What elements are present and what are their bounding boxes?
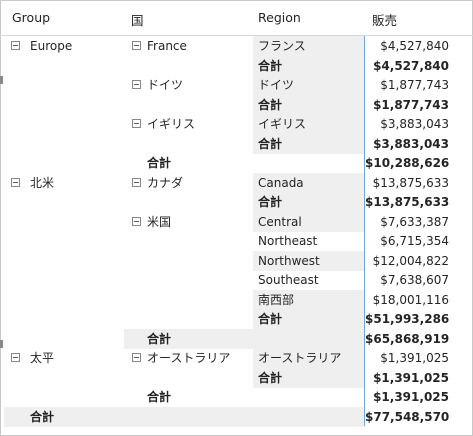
group-total-value: $10,288,626 bbox=[365, 156, 450, 170]
country-label[interactable]: カナダ bbox=[147, 173, 183, 193]
region-label: Canada bbox=[258, 175, 304, 190]
country-total-value: $13,875,633 bbox=[365, 195, 450, 209]
header-group[interactable]: Group bbox=[12, 10, 50, 25]
region-label: フランス bbox=[258, 39, 306, 53]
collapse-group-icon[interactable] bbox=[11, 177, 20, 187]
country-total-label: 合計 bbox=[258, 312, 283, 326]
sales-value: $1,391,025 bbox=[380, 351, 449, 365]
region-label: Northeast bbox=[258, 234, 318, 248]
country-total-value: $51,993,286 bbox=[365, 312, 450, 326]
group-total-value: $1,391,025 bbox=[373, 390, 449, 404]
group-total-value: $65,868,919 bbox=[365, 331, 450, 346]
grand-total-value: $77,548,570 bbox=[365, 409, 450, 424]
collapse-group-icon[interactable] bbox=[11, 353, 20, 362]
group-label[interactable]: 北米 bbox=[30, 173, 54, 193]
region-label: Southeast bbox=[258, 273, 319, 287]
sales-value: $12,004,822 bbox=[372, 253, 449, 268]
region-label: 南西部 bbox=[258, 292, 295, 307]
group-label[interactable]: Europe bbox=[30, 36, 72, 56]
country-label[interactable]: France bbox=[147, 36, 187, 56]
region-label: オーストラリア bbox=[258, 351, 342, 365]
sales-value: $1,877,743 bbox=[380, 78, 449, 92]
header-region[interactable]: Region bbox=[258, 10, 301, 25]
country-total-label: 合計 bbox=[258, 136, 283, 151]
country-label[interactable]: イギリス bbox=[147, 114, 195, 134]
region-label: イギリス bbox=[258, 117, 307, 131]
region-label: Northwest bbox=[258, 253, 320, 268]
sales-value: $18,001,116 bbox=[372, 292, 449, 307]
sales-value: $3,883,043 bbox=[380, 117, 449, 131]
collapse-country-icon[interactable] bbox=[132, 216, 141, 226]
country-total-label: 合計 bbox=[258, 97, 283, 112]
sales-value: $6,715,354 bbox=[380, 234, 449, 248]
collapse-country-icon[interactable] bbox=[132, 80, 141, 89]
header-sales[interactable]: 販売 bbox=[372, 10, 397, 29]
country-total-value: $3,883,043 bbox=[373, 136, 449, 151]
region-label: Central bbox=[258, 214, 302, 229]
header-country[interactable]: 国 bbox=[131, 10, 144, 29]
region-label: ドイツ bbox=[258, 78, 295, 92]
country-label[interactable]: オーストラリア bbox=[147, 348, 230, 368]
collapse-country-icon[interactable] bbox=[132, 119, 141, 128]
country-label[interactable]: 米国 bbox=[147, 212, 171, 232]
column-header-row: Group 国 Region 販売 bbox=[0, 0, 473, 36]
country-total-value: $4,527,840 bbox=[373, 58, 449, 73]
group-label[interactable]: 太平 bbox=[30, 348, 54, 368]
sales-value: $7,638,607 bbox=[380, 273, 449, 287]
country-label[interactable]: ドイツ bbox=[147, 75, 183, 95]
column-divider bbox=[364, 36, 365, 426]
sales-value: $4,527,840 bbox=[380, 39, 449, 53]
collapse-group-icon[interactable] bbox=[11, 41, 20, 50]
sales-value: $7,633,387 bbox=[380, 214, 449, 229]
country-total-value: $1,877,743 bbox=[373, 97, 449, 112]
country-total-label: 合計 bbox=[258, 195, 283, 209]
group-total-label: 合計 bbox=[147, 156, 172, 170]
grand-total-band bbox=[4, 406, 365, 427]
country-total-value: $1,391,025 bbox=[373, 370, 449, 385]
resize-handle-left-top[interactable] bbox=[0, 76, 3, 84]
collapse-country-icon[interactable] bbox=[132, 353, 141, 362]
sales-value: $13,875,633 bbox=[372, 175, 449, 190]
resize-handle-left-bottom[interactable] bbox=[0, 340, 3, 348]
group-total-label: 合計 bbox=[147, 390, 172, 404]
collapse-country-icon[interactable] bbox=[132, 41, 141, 50]
collapse-country-icon[interactable] bbox=[132, 177, 141, 187]
country-total-label: 合計 bbox=[258, 58, 283, 73]
country-total-label: 合計 bbox=[258, 370, 283, 385]
group-total-label: 合計 bbox=[147, 331, 172, 346]
grand-total-label: 合計 bbox=[30, 409, 55, 424]
